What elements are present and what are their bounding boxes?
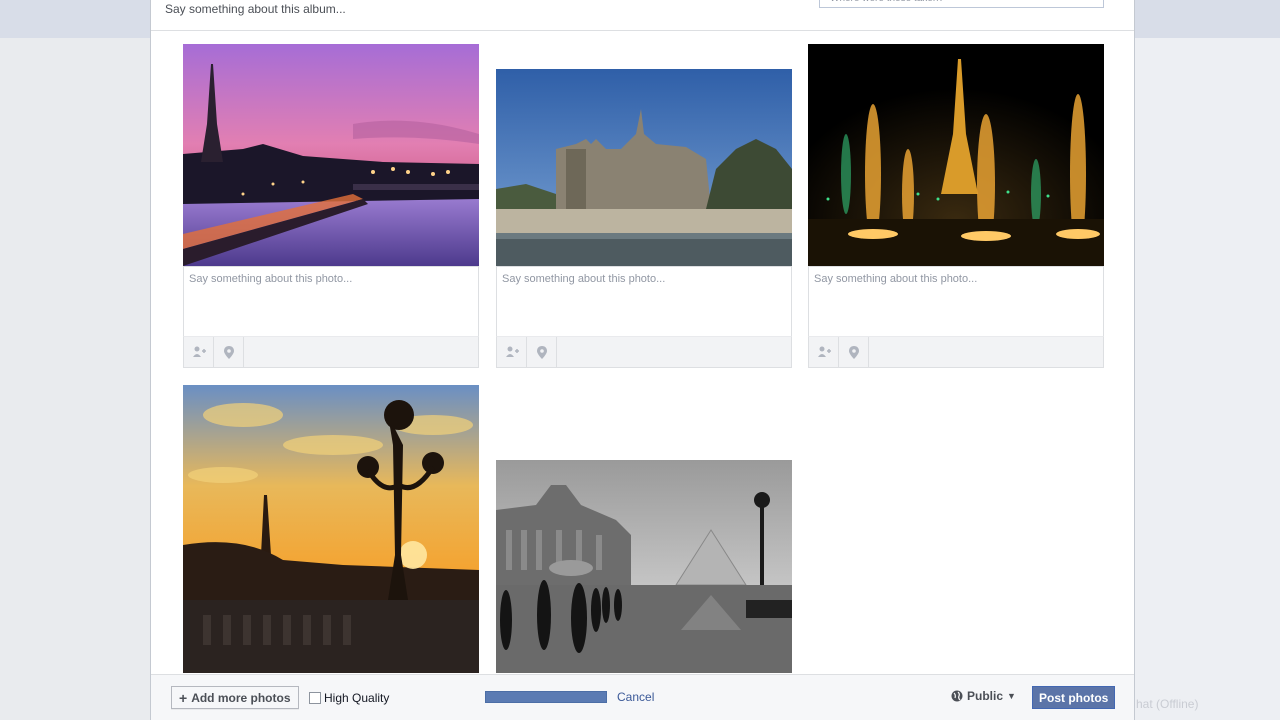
album-description-input[interactable]: Say something about this album... [165,2,346,16]
photo-thumbnail[interactable] [183,44,479,266]
map-pin-icon[interactable] [214,337,244,367]
map-pin-icon[interactable] [839,337,869,367]
tag-person-icon[interactable] [497,337,527,367]
tag-person-icon[interactable] [809,337,839,367]
photo-thumbnail[interactable] [496,460,792,673]
photo-caption-input[interactable]: Say something about this photo... [496,266,792,336]
photo-toolbar [808,336,1104,368]
photo-toolbar [183,336,479,368]
photo-card: Say something about this photo... [496,69,792,368]
right-column-background [1135,38,1280,720]
high-quality-label: High Quality [324,691,390,705]
privacy-selector[interactable]: Public ▼ [951,689,1016,703]
photo-card: Say something about this photo... [808,44,1104,368]
upload-progress-bar [485,691,607,703]
photo-card [183,385,479,673]
chat-status-text: hat (Offline) [1136,697,1199,711]
globe-icon [951,690,963,702]
photo-toolbar [496,336,792,368]
high-quality-checkbox[interactable] [309,692,321,704]
photo-thumbnail[interactable] [808,44,1104,266]
create-album-dialog: Say something about this album... Where … [150,0,1135,720]
chevron-down-icon: ▼ [1007,691,1016,701]
album-header: Say something about this album... Where … [151,0,1134,31]
photo-thumbnail[interactable] [183,385,479,673]
plus-icon: + [179,689,188,706]
photo-caption-input[interactable]: Say something about this photo... [808,266,1104,336]
photo-card [496,460,792,673]
privacy-label: Public [967,689,1004,703]
dialog-footer: + Add more photos High Quality Cancel Pu… [151,674,1134,720]
map-pin-icon[interactable] [527,337,557,367]
photo-caption-input[interactable]: Say something about this photo... [183,266,479,336]
tag-person-icon[interactable] [184,337,214,367]
add-more-photos-button[interactable]: + Add more photos [171,686,299,709]
add-more-photos-label: Add more photos [191,690,291,705]
post-photos-button[interactable]: Post photos [1032,686,1116,709]
photo-card: Say something about this photo... [183,44,479,368]
photo-thumbnail[interactable] [496,69,792,266]
upload-progress-fill [486,692,606,702]
album-location-input[interactable]: Where were these taken? [819,0,1104,8]
cancel-upload-link[interactable]: Cancel [617,690,654,704]
high-quality-option[interactable]: High Quality [309,691,389,705]
